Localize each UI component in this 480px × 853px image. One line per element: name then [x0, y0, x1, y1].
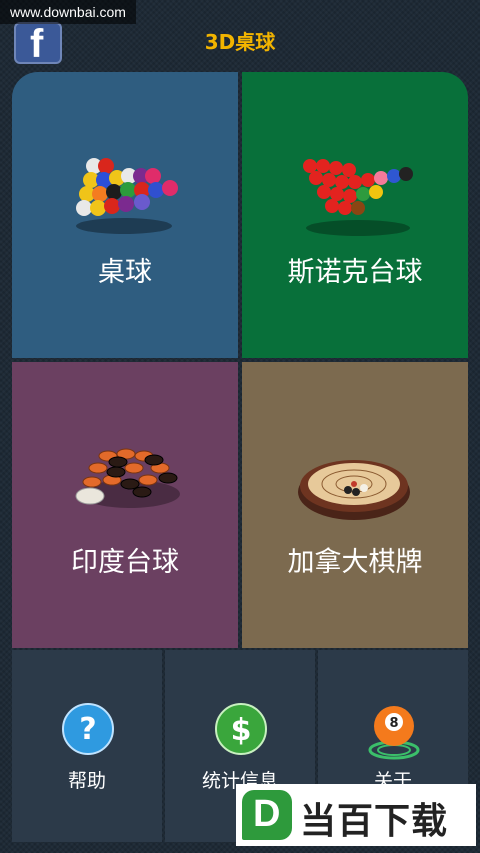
pool-balls-icon — [76, 158, 178, 234]
game-tile-pool[interactable]: 桌球 — [12, 72, 238, 358]
crokinole-board-icon — [298, 460, 410, 520]
game-label-snooker: 斯诺克台球 — [287, 257, 423, 288]
help-button[interactable]: ? 帮助 — [12, 650, 162, 842]
game-tile-crokinole[interactable]: 加拿大棋牌 — [242, 362, 468, 648]
carrom-pieces-icon — [75, 448, 180, 508]
watermark-logo-letter: D — [253, 793, 281, 835]
game-tile-snooker[interactable]: 斯诺克台球 — [242, 72, 468, 358]
game-grid: 桌球 斯诺克台球 印度台球 加拿大棋牌 — [12, 72, 468, 648]
watermark-logo-icon: D — [242, 790, 292, 840]
game-label-carrom: 印度台球 — [71, 547, 179, 578]
watermark-text: 当百下载 — [300, 801, 449, 842]
dollar-icon: $ — [215, 703, 267, 755]
about-ball-icon: 8 — [368, 706, 420, 760]
dollar-glyph: $ — [231, 713, 252, 748]
game-label-crokinole: 加拿大棋牌 — [287, 547, 423, 578]
snooker-balls-icon — [303, 159, 413, 236]
game-label-pool: 桌球 — [98, 257, 152, 288]
about-ball-number: 8 — [389, 716, 398, 731]
help-glyph: ? — [79, 712, 96, 747]
help-icon: ? — [62, 703, 114, 755]
app-title: 3D桌球 — [204, 30, 276, 54]
watermark-top: www.downbai.com — [0, 0, 136, 24]
game-tile-carrom[interactable]: 印度台球 — [12, 362, 238, 648]
watermark-bottom: D 当百下载 — [236, 784, 476, 846]
help-label: 帮助 — [67, 770, 106, 792]
